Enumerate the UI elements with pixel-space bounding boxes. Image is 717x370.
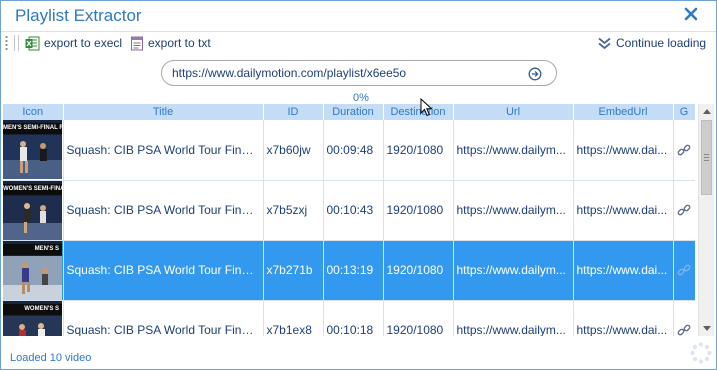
column-header-embed-url[interactable]: EmbedUrl (573, 104, 674, 120)
destination-cell[interactable]: 1920/1080 (383, 240, 454, 301)
id-cell[interactable]: x7b1ex8 (263, 300, 324, 336)
table-row[interactable]: WOMEN'S SEMI-FINAL Squash: CIB PSA World… (3, 180, 695, 241)
title-cell[interactable]: Squash: CIB PSA World Tour Finals 2... (63, 300, 264, 336)
thumbnail-image (3, 255, 62, 299)
video-table: Icon Title ID Duration Destination Url E… (3, 104, 695, 336)
thumbnail-cell[interactable]: MEN'S S (3, 240, 64, 301)
duration-cell[interactable]: 00:09:48 (323, 120, 384, 181)
embed-url-cell[interactable]: https://www.dai... (573, 180, 674, 241)
vertical-scrollbar[interactable] (698, 104, 714, 336)
loading-spinner-icon (690, 342, 712, 364)
table-row[interactable]: MEN'S SEMI-FINAL R Squash: CIB PSA World… (3, 120, 695, 181)
scrollbar-thumb[interactable] (701, 120, 712, 195)
toolbar-separator (18, 35, 19, 51)
toolbar-separator (14, 35, 15, 51)
url-cell[interactable]: https://www.dailym... (453, 300, 574, 336)
scroll-up-icon[interactable] (699, 104, 715, 120)
thumbnail-image (3, 195, 62, 239)
thumbnail-cell[interactable]: WOMEN'S S (3, 300, 64, 336)
table-header-row: Icon Title ID Duration Destination Url E… (3, 104, 695, 120)
embed-url-cell[interactable]: https://www.dai... (573, 120, 674, 181)
mouse-cursor-icon (420, 98, 433, 117)
column-header-title[interactable]: Title (63, 104, 264, 120)
column-header-destination[interactable]: Destination (383, 104, 454, 120)
window-title: Playlist Extractor (15, 6, 142, 25)
text-file-icon (131, 36, 143, 50)
playlist-extractor-window: Playlist Extractor export to execl expor… (0, 0, 717, 370)
column-header-icon[interactable]: Icon (3, 104, 64, 120)
url-cell[interactable]: https://www.dailym... (453, 240, 574, 301)
column-header-duration[interactable]: Duration (323, 104, 384, 120)
progress-percent: 0% (353, 92, 369, 104)
destination-cell[interactable]: 1920/1080 (383, 120, 454, 181)
id-cell[interactable]: x7b5zxj (263, 180, 324, 241)
close-icon[interactable] (683, 6, 699, 22)
link-cell[interactable] (673, 180, 695, 241)
link-cell[interactable] (673, 120, 695, 181)
table-row[interactable]: WOMEN'S S Squash: CIB PSA World Tour Fin… (3, 300, 695, 336)
column-header-id[interactable]: ID (263, 104, 324, 120)
continue-loading-button[interactable]: Continue loading (597, 34, 706, 52)
thumbnail-image (3, 315, 62, 336)
video-thumbnail: WOMEN'S S (3, 300, 62, 336)
link-cell[interactable] (673, 300, 695, 336)
chain-link-icon[interactable] (677, 323, 691, 336)
video-thumbnail: MEN'S SEMI-FINAL R (3, 120, 62, 179)
video-thumbnail: MEN'S S (3, 240, 62, 299)
url-cell[interactable]: https://www.dailym... (453, 180, 574, 241)
column-header-url[interactable]: Url (453, 104, 574, 120)
embed-url-cell[interactable]: https://www.dai... (573, 240, 674, 301)
title-bar: Playlist Extractor (1, 1, 716, 31)
export-excel-label: export to execl (44, 36, 123, 50)
url-input[interactable]: https://www.dailymotion.com/playlist/x6e… (161, 60, 557, 86)
title-cell[interactable]: Squash: CIB PSA World Tour Finals 2... (63, 240, 264, 301)
column-header-g[interactable]: G (673, 104, 695, 120)
double-chevron-down-icon (598, 37, 611, 49)
title-cell[interactable]: Squash: CIB PSA World Tour Finals 2... (63, 120, 264, 181)
arrow-right-circle-icon[interactable] (528, 67, 542, 81)
thumbnail-image (3, 135, 62, 179)
toolbar: export to execl export to txt Continue l… (1, 31, 716, 53)
chain-link-icon[interactable] (677, 203, 691, 217)
duration-cell[interactable]: 00:10:18 (323, 300, 384, 336)
chain-link-icon[interactable] (677, 263, 691, 277)
id-cell[interactable]: x7b60jw (263, 120, 324, 181)
export-excel-button[interactable]: export to execl (25, 34, 122, 52)
link-cell[interactable] (673, 240, 695, 301)
id-cell[interactable]: x7b271b (263, 240, 324, 301)
video-thumbnail: WOMEN'S SEMI-FINAL (3, 180, 62, 239)
scrollbar-grip-icon (704, 154, 709, 161)
chain-link-icon[interactable] (677, 143, 691, 157)
thumbnail-cell[interactable]: WOMEN'S SEMI-FINAL (3, 180, 64, 241)
embed-url-cell[interactable]: https://www.dai... (573, 300, 674, 336)
toolbar-grip[interactable] (5, 35, 8, 51)
destination-cell[interactable]: 1920/1080 (383, 300, 454, 336)
duration-cell[interactable]: 00:13:19 (323, 240, 384, 301)
status-text: Loaded 10 video (10, 352, 92, 364)
title-cell[interactable]: Squash: CIB PSA World Tour Finals 2... (63, 180, 264, 241)
destination-cell[interactable]: 1920/1080 (383, 180, 454, 241)
duration-cell[interactable]: 00:10:43 (323, 180, 384, 241)
scroll-down-icon[interactable] (699, 320, 715, 336)
thumbnail-cell[interactable]: MEN'S SEMI-FINAL R (3, 120, 64, 181)
export-txt-button[interactable]: export to txt (130, 34, 211, 52)
continue-loading-label: Continue loading (616, 36, 707, 50)
url-cell[interactable]: https://www.dailym... (453, 120, 574, 181)
export-txt-label: export to txt (148, 36, 211, 50)
url-value[interactable]: https://www.dailymotion.com/playlist/x6e… (172, 66, 406, 80)
table-row[interactable]: MEN'S S Squash: CIB PSA World Tour Final… (3, 240, 695, 301)
excel-file-icon (25, 36, 40, 50)
